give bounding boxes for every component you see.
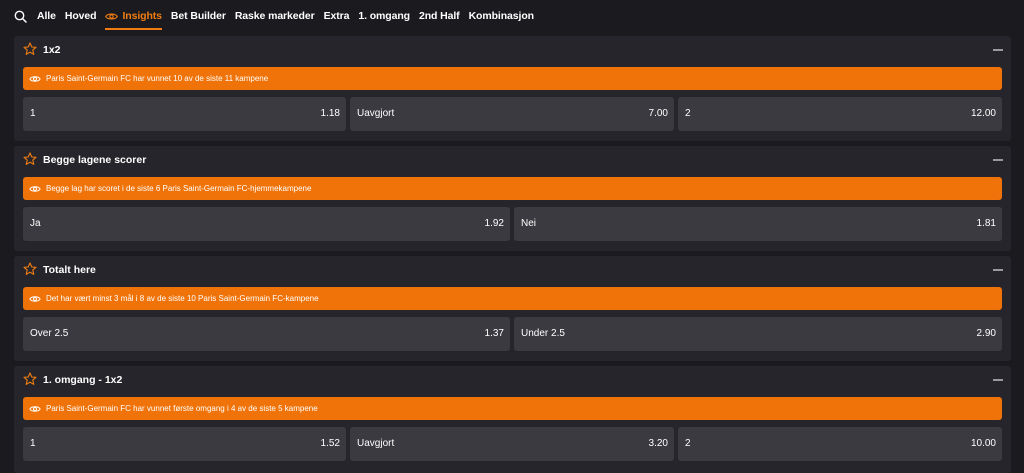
insight-banner: Paris Saint-Germain FC har vunnet 10 av … — [23, 67, 1002, 90]
insight-text: Paris Saint-Germain FC har vunnet første… — [46, 404, 318, 413]
odds-button-draw[interactable]: Uavgjort 7.00 — [350, 97, 674, 131]
eye-icon — [105, 12, 119, 21]
minus-icon[interactable] — [993, 269, 1003, 271]
star-icon[interactable] — [23, 372, 37, 386]
odds-row: Over 2.5 1.37 Under 2.5 2.90 — [23, 317, 1002, 351]
odds-button-no[interactable]: Nei 1.81 — [514, 207, 1002, 241]
market-header[interactable]: 1x2 — [14, 36, 1011, 64]
insight-text: Paris Saint-Germain FC har vunnet 10 av … — [46, 74, 269, 83]
odds-button-draw[interactable]: Uavgjort 3.20 — [350, 427, 674, 461]
odds-label: Nei — [521, 218, 537, 229]
odds-button-under[interactable]: Under 2.5 2.90 — [514, 317, 1002, 351]
odds-value: 1.18 — [320, 108, 340, 119]
minus-icon[interactable] — [993, 159, 1003, 161]
insight-text: Det har vært minst 3 mål i 8 av de siste… — [46, 294, 319, 303]
odds-button-home[interactable]: 1 1.52 — [23, 427, 346, 461]
tab-raske-markeder[interactable]: Raske markeder — [235, 0, 315, 32]
odds-value: 1.52 — [320, 438, 340, 449]
minus-icon[interactable] — [993, 49, 1003, 51]
tab-insights-label: Insights — [122, 10, 162, 22]
odds-value: 12.00 — [970, 108, 996, 119]
odds-value: 7.00 — [648, 108, 668, 119]
market-card-totalt-here: Totalt here Det har vært minst 3 mål i 8… — [14, 256, 1011, 361]
market-title: Begge lagene scorer — [43, 154, 147, 166]
odds-value: 10.00 — [970, 438, 996, 449]
market-card-1x2: 1x2 Paris Saint-Germain FC har vunnet 10… — [14, 36, 1011, 141]
odds-label: Uavgjort — [357, 438, 395, 449]
tab-insights[interactable]: Insights — [105, 0, 163, 32]
search-icon[interactable] — [14, 8, 30, 24]
insight-banner: Det har vært minst 3 mål i 8 av de siste… — [23, 287, 1002, 310]
odds-label: 2 — [685, 438, 691, 449]
star-icon[interactable] — [23, 262, 37, 276]
tab-extra[interactable]: Extra — [324, 0, 350, 32]
insight-banner: Paris Saint-Germain FC har vunnet første… — [23, 397, 1002, 420]
market-title: 1x2 — [43, 44, 61, 56]
odds-button-over[interactable]: Over 2.5 1.37 — [23, 317, 510, 351]
odds-button-home[interactable]: 1 1.18 — [23, 97, 346, 131]
odds-button-away[interactable]: 2 10.00 — [678, 427, 1002, 461]
tab-2nd-half[interactable]: 2nd Half — [419, 0, 460, 32]
eye-icon — [29, 75, 41, 83]
tab-bet-builder[interactable]: Bet Builder — [171, 0, 226, 32]
insight-text: Begge lag har scoret i de siste 6 Paris … — [46, 184, 312, 193]
odds-row: 1 1.18 Uavgjort 7.00 2 12.00 — [23, 97, 1002, 131]
eye-icon — [29, 295, 41, 303]
odds-label: Over 2.5 — [30, 328, 69, 339]
eye-icon — [29, 405, 41, 413]
market-header[interactable]: Totalt here — [14, 256, 1011, 284]
market-tab-bar: Alle Hoved Insights Bet Builder Raske ma… — [0, 0, 1024, 32]
market-title: Totalt here — [43, 264, 96, 276]
odds-label: Uavgjort — [357, 108, 395, 119]
market-title: 1. omgang - 1x2 — [43, 374, 123, 386]
odds-label: Under 2.5 — [521, 328, 565, 339]
odds-value: 1.81 — [976, 218, 996, 229]
odds-value: 3.20 — [648, 438, 668, 449]
odds-value: 1.37 — [484, 328, 504, 339]
market-card-1-omgang-1x2: 1. omgang - 1x2 Paris Saint-Germain FC h… — [14, 366, 1011, 473]
market-header[interactable]: 1. omgang - 1x2 — [14, 366, 1011, 394]
insight-banner: Begge lag har scoret i de siste 6 Paris … — [23, 177, 1002, 200]
odds-row: Ja 1.92 Nei 1.81 — [23, 207, 1002, 241]
market-header[interactable]: Begge lagene scorer — [14, 146, 1011, 174]
odds-value: 2.90 — [976, 328, 996, 339]
odds-label: 1 — [30, 108, 36, 119]
odds-label: 2 — [685, 108, 691, 119]
odds-label: 1 — [30, 438, 36, 449]
market-card-begge-lagene-scorer: Begge lagene scorer Begge lag har scoret… — [14, 146, 1011, 251]
odds-button-away[interactable]: 2 12.00 — [678, 97, 1002, 131]
odds-button-yes[interactable]: Ja 1.92 — [23, 207, 510, 241]
eye-icon — [29, 185, 41, 193]
tab-1-omgang[interactable]: 1. omgang — [358, 0, 410, 32]
odds-label: Ja — [30, 218, 41, 229]
star-icon[interactable] — [23, 42, 37, 56]
odds-row: 1 1.52 Uavgjort 3.20 2 10.00 — [23, 427, 1002, 461]
minus-icon[interactable] — [993, 379, 1003, 381]
tab-alle[interactable]: Alle — [37, 0, 56, 32]
odds-value: 1.92 — [484, 218, 504, 229]
star-icon[interactable] — [23, 152, 37, 166]
tab-hoved[interactable]: Hoved — [65, 0, 97, 32]
tab-kombinasjon[interactable]: Kombinasjon — [469, 0, 535, 32]
